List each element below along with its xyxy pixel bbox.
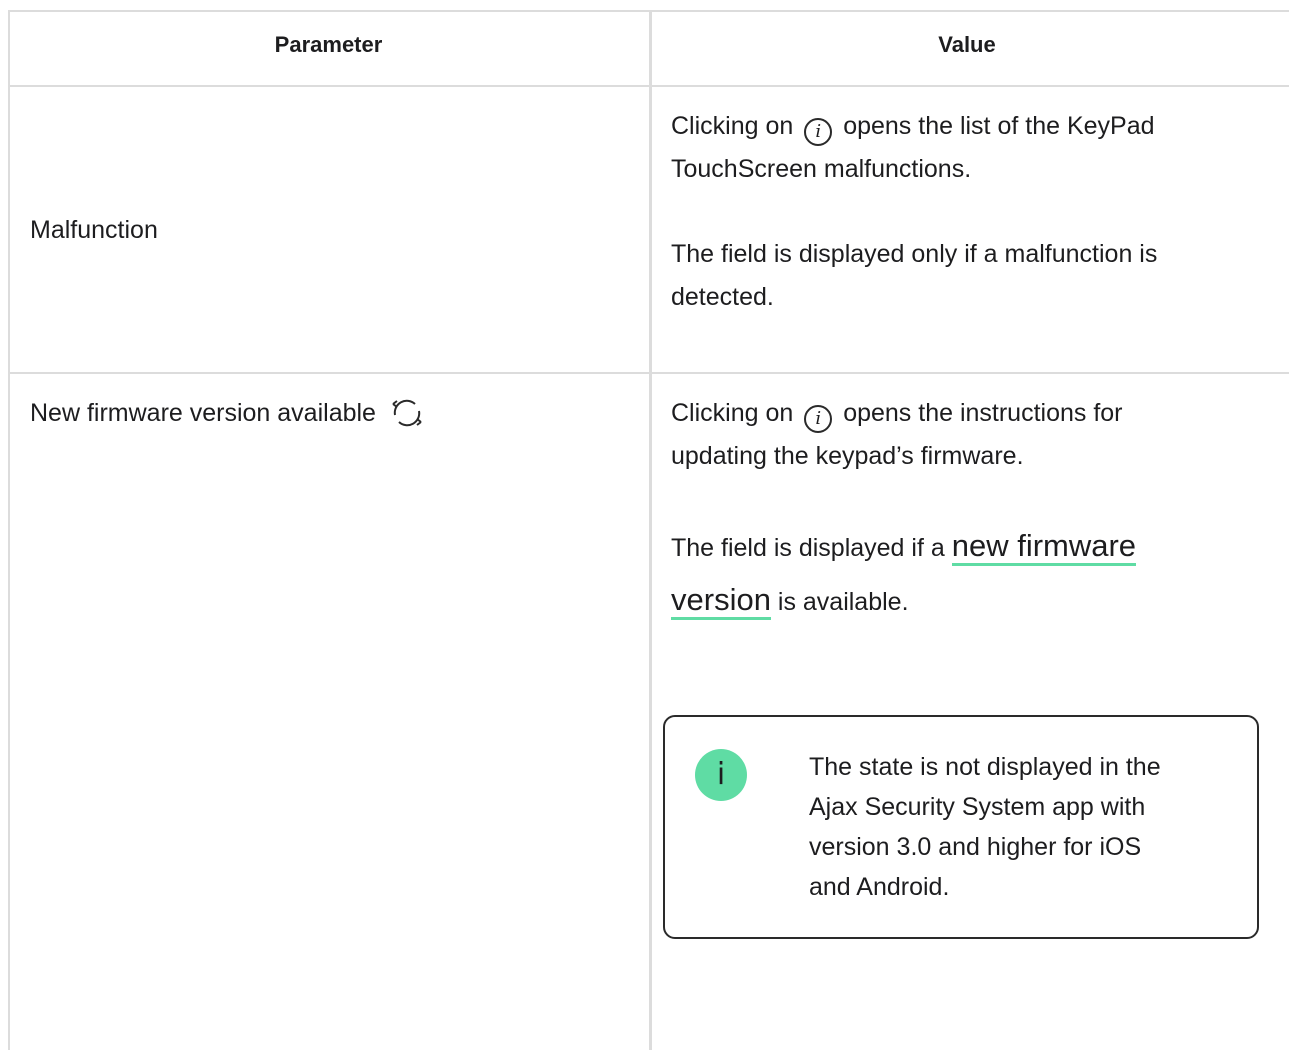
row-divider — [8, 372, 1289, 374]
column-divider — [649, 10, 652, 1050]
new-firmware-version-link-continued[interactable]: version — [671, 582, 771, 620]
row-malfunction-parameter: Malfunction — [30, 216, 158, 244]
info-icon: i — [695, 749, 747, 801]
info-icon[interactable]: i — [804, 118, 833, 146]
row-firmware-parameter: New firmware version available — [30, 392, 425, 435]
value-text: opens the list of the KeyPad — [843, 112, 1155, 140]
value-text: is available. — [777, 588, 909, 616]
value-text: The field is displayed only if a malfunc… — [671, 240, 1158, 268]
parameter-text: New firmware version available — [30, 399, 376, 427]
refresh-icon — [392, 399, 422, 427]
value-text: Clicking on — [671, 399, 794, 427]
info-icon[interactable]: i — [804, 405, 833, 433]
value-text: opens the instructions for — [843, 399, 1123, 427]
note-text: The state is not displayed in the Ajax S… — [809, 747, 1229, 907]
new-firmware-version-link[interactable]: new firmware — [951, 528, 1137, 566]
note-box: i The state is not displayed in the Ajax… — [663, 715, 1259, 939]
note-line: The state is not displayed in the — [809, 753, 1161, 781]
header-parameter: Parameter — [274, 32, 383, 57]
row-firmware-value: Clicking on i opens the instructions for… — [671, 392, 1271, 628]
note-line: version 3.0 and higher for iOS — [809, 833, 1142, 861]
value-text: The field is displayed if a — [671, 534, 945, 562]
table-body: Parameter Value Malfunction Clicking on … — [8, 10, 1289, 1050]
header-value: Value — [938, 32, 996, 57]
row-malfunction-value: Clicking on i opens the list of the KeyP… — [671, 105, 1271, 319]
note-line: Ajax Security System app with — [809, 793, 1146, 821]
value-text: Clicking on — [671, 112, 794, 140]
value-text: TouchScreen malfunctions. — [671, 155, 972, 183]
note-line: and Android. — [809, 873, 950, 901]
header-divider — [8, 85, 1289, 87]
value-text: detected. — [671, 283, 774, 311]
value-text: updating the keypad’s firmware. — [671, 442, 1024, 470]
